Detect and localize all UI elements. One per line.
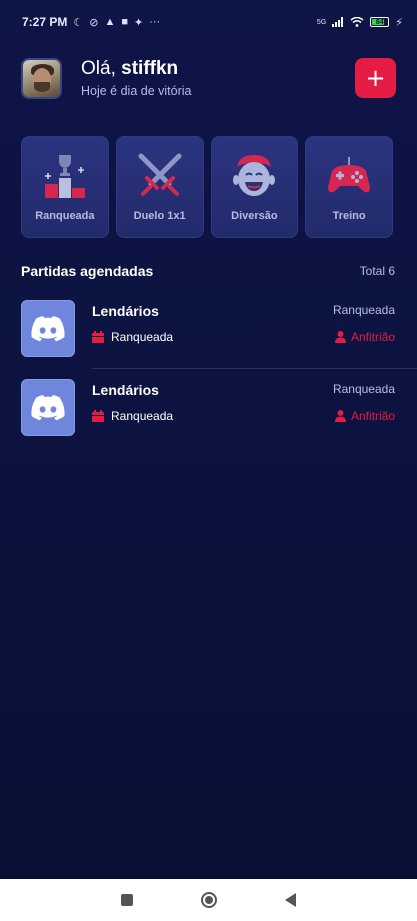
username: stiffkn [121,58,179,79]
moon-icon: ☾ [73,16,84,29]
discord-icon [31,394,65,420]
category-diversao[interactable]: Diversão [210,136,299,238]
match-name: Lendários [92,382,159,398]
charging-icon: ⚡ [395,16,403,29]
greeting-line: Olá, stiffkn [81,58,191,80]
category-treino[interactable]: Treino [305,136,393,238]
system-nav-bar [0,879,417,921]
status-left: 7:27 PM ☾ ⊘ ▲ ■ ✦ ··· [22,15,160,29]
category-ranqueada[interactable]: Ranqueada [21,136,109,238]
list-divider [92,368,417,369]
notification-icon: ■ [121,16,128,28]
category-list: Ranqueada Duelo 1x1 Diversão Treino [21,136,393,238]
app-icon: ▲ [104,16,116,28]
gamepad-icon [328,157,371,193]
discord-icon [31,315,65,341]
match-name: Lendários [92,303,159,319]
crossed-swords-icon [138,153,182,196]
discord-logo [21,300,75,357]
match-category-label: Ranqueada [111,330,174,344]
match-mode: Ranqueada [332,382,395,396]
match-category-label: Ranqueada [111,409,174,423]
add-match-button[interactable]: + [355,58,396,98]
match-role: Anfitrião [334,330,395,344]
back-button[interactable] [285,893,296,907]
scheduled-header: Partidas agendadas Total 6 [21,261,395,281]
person-icon [334,331,346,343]
sparkle-icon: ✦ [134,16,144,29]
match-item[interactable]: Lendários Ranqueada Ranqueada Anfitrião [21,379,395,437]
network-label: 5G [316,18,327,26]
more-dots-icon: ··· [149,16,161,28]
status-bar: 7:27 PM ☾ ⊘ ▲ ■ ✦ ··· 5G 84 ⚡ [0,0,417,44]
person-icon [334,410,346,422]
category-label: Treino [332,210,366,222]
podium-trophy-icon [44,155,85,198]
section-title: Partidas agendadas [21,263,154,279]
match-item[interactable]: Lendários Ranqueada Ranqueada Anfitrião [21,300,395,358]
discord-logo [21,379,75,436]
category-duelo[interactable]: Duelo 1x1 [115,136,204,238]
mute-icon: ⊘ [89,16,99,29]
greeting-block: Olá, stiffkn Hoje é dia de vitória [81,58,191,98]
wifi-icon [350,17,364,27]
header: Olá, stiffkn Hoje é dia de vitória + [21,56,396,100]
status-right: 5G 84 ⚡ [317,16,403,29]
battery-level: 84 [375,18,384,26]
category-label: Diversão [231,210,278,222]
match-role-label: Anfitrião [350,409,395,423]
status-time: 7:27 PM [22,15,68,29]
category-label: Duelo 1x1 [133,210,186,222]
signal-icon [332,17,344,27]
greeting-subtitle: Hoje é dia de vitória [81,84,192,98]
match-category: Ranqueada [92,409,173,423]
recents-button[interactable] [121,894,133,906]
avatar[interactable] [21,57,62,99]
laughing-face-icon [233,155,276,196]
match-role: Anfitrião [334,409,395,423]
match-mode: Ranqueada [332,303,395,317]
category-label: Ranqueada [35,210,95,222]
match-category: Ranqueada [92,330,173,344]
calendar-icon [92,331,104,343]
battery-icon: 84 [370,17,390,27]
home-button[interactable] [201,892,217,908]
greeting-text: Olá, [81,58,116,79]
calendar-icon [92,410,104,422]
section-total: Total 6 [359,264,395,278]
match-role-label: Anfitrião [350,330,395,344]
